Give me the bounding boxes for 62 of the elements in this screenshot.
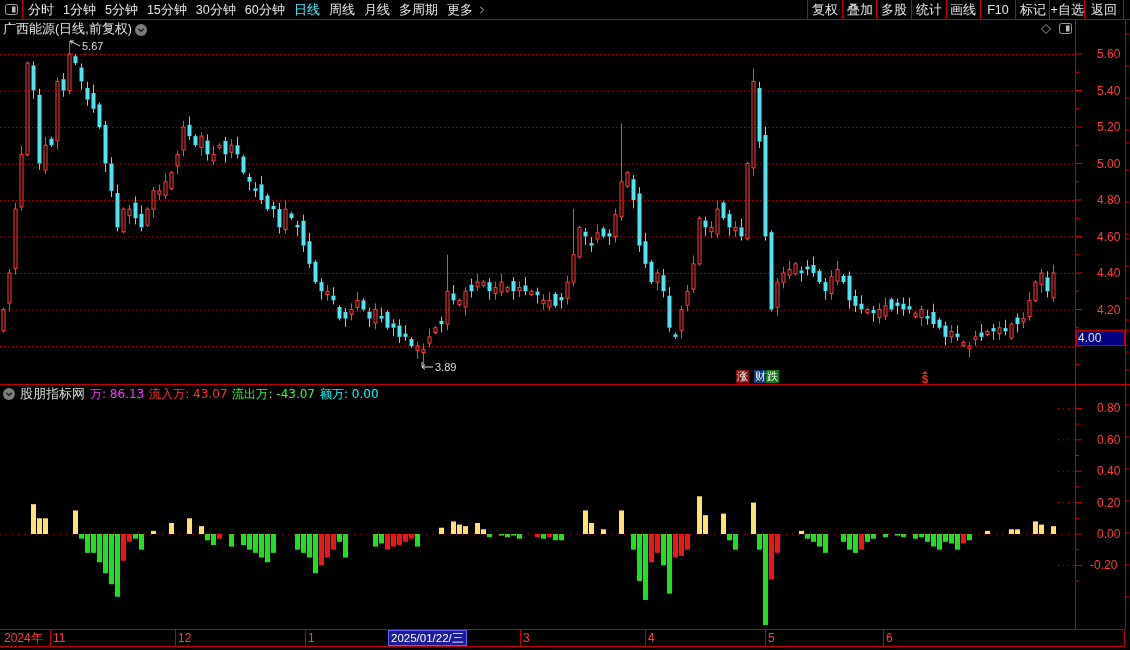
chart-title: 广西能源(日线,前复权) xyxy=(3,21,132,38)
date-axis-label: 12 xyxy=(175,630,192,646)
period-tab[interactable]: 5分钟 xyxy=(104,0,138,19)
toolbar-button[interactable]: 统计 xyxy=(911,0,946,19)
date-axis-label: 6 xyxy=(883,630,893,646)
toolbar-button[interactable]: 复权 xyxy=(807,0,842,19)
period-tab[interactable]: 周线 xyxy=(328,0,355,19)
date-axis-label: 3 xyxy=(520,630,530,646)
toolbar-button[interactable]: F10 xyxy=(980,0,1015,19)
low-price-label: 3.89 xyxy=(435,361,457,373)
period-tab[interactable]: 分时 xyxy=(28,0,54,19)
indicator-axis-label: 0.80 xyxy=(1097,401,1121,416)
toolbar-button[interactable]: 画线 xyxy=(945,0,981,19)
panel-icon xyxy=(1059,23,1072,34)
indicator-reading: 万: 86.13 xyxy=(90,386,145,402)
toolbar-button[interactable]: 返回 xyxy=(1084,0,1124,19)
date-axis-label: 4 xyxy=(645,630,655,646)
price-axis-label: 4.60 xyxy=(1097,229,1121,244)
indicator-axis-label: 0.40 xyxy=(1097,464,1121,479)
price-axis-label: 4.20 xyxy=(1097,302,1121,317)
leader-arrow xyxy=(69,40,81,47)
period-tab[interactable]: 60分钟 xyxy=(244,0,285,19)
period-tab[interactable]: 更多 xyxy=(446,0,488,19)
leader-arrow xyxy=(421,361,434,370)
period-tab[interactable]: 1分钟 xyxy=(63,0,96,19)
indicator-axis-label: 0.60 xyxy=(1097,432,1121,447)
indicator-reading: 流出万: -43.07 xyxy=(232,386,315,402)
cursor-date-label: 2025/01/22/三 xyxy=(388,630,467,646)
toolbar-button[interactable]: 叠加 xyxy=(841,0,877,19)
chevron-down-icon[interactable] xyxy=(134,23,147,36)
triangle-icon xyxy=(922,371,929,374)
price-axis-label: 5.60 xyxy=(1097,47,1121,61)
current-price-label: 4.00 xyxy=(1076,330,1125,346)
indicator-name: 股朋指标网 xyxy=(20,386,85,402)
indicator-axis-label: 0.00 xyxy=(1097,527,1121,541)
indicator-reading: 流入万: 43.07 xyxy=(149,386,228,402)
price-axis-label: 5.40 xyxy=(1097,83,1121,98)
indicator-axis-label: -0.20 xyxy=(1090,558,1118,573)
event-badge[interactable]: 跌 xyxy=(766,370,779,383)
date-axis-label: 2024年 xyxy=(3,630,43,646)
price-axis-label: 4.80 xyxy=(1097,193,1121,207)
chevron-down-icon[interactable] xyxy=(3,388,15,400)
high-price-label: 5.67 xyxy=(82,40,104,52)
event-badge[interactable]: 涨 xyxy=(736,370,749,383)
dollar-mark[interactable]: $ xyxy=(922,374,929,384)
period-tab[interactable]: 月线 xyxy=(363,0,390,19)
date-axis-label: 5 xyxy=(765,630,775,646)
toolbar-button[interactable]: 标记 xyxy=(1014,0,1050,19)
indicator-axis-label: 0.20 xyxy=(1097,495,1121,510)
toolbar-button[interactable]: +自选 xyxy=(1049,0,1084,19)
indicator-reading: 额万: 0.00 xyxy=(320,386,379,402)
period-tab[interactable]: 多周期 xyxy=(398,0,438,19)
period-tab[interactable]: 15分钟 xyxy=(146,0,187,19)
date-axis-label: 1 xyxy=(305,630,315,646)
period-tab[interactable]: 日线 xyxy=(293,0,320,19)
panel-icon xyxy=(4,4,18,15)
period-tab[interactable]: 30分钟 xyxy=(195,0,236,19)
price-axis-label: 5.20 xyxy=(1097,120,1121,134)
toolbar-button[interactable]: 多股 xyxy=(876,0,912,19)
date-axis-label: 11 xyxy=(50,630,66,646)
price-axis-label: 4.40 xyxy=(1097,266,1121,280)
price-axis-label: 5.00 xyxy=(1097,156,1121,171)
